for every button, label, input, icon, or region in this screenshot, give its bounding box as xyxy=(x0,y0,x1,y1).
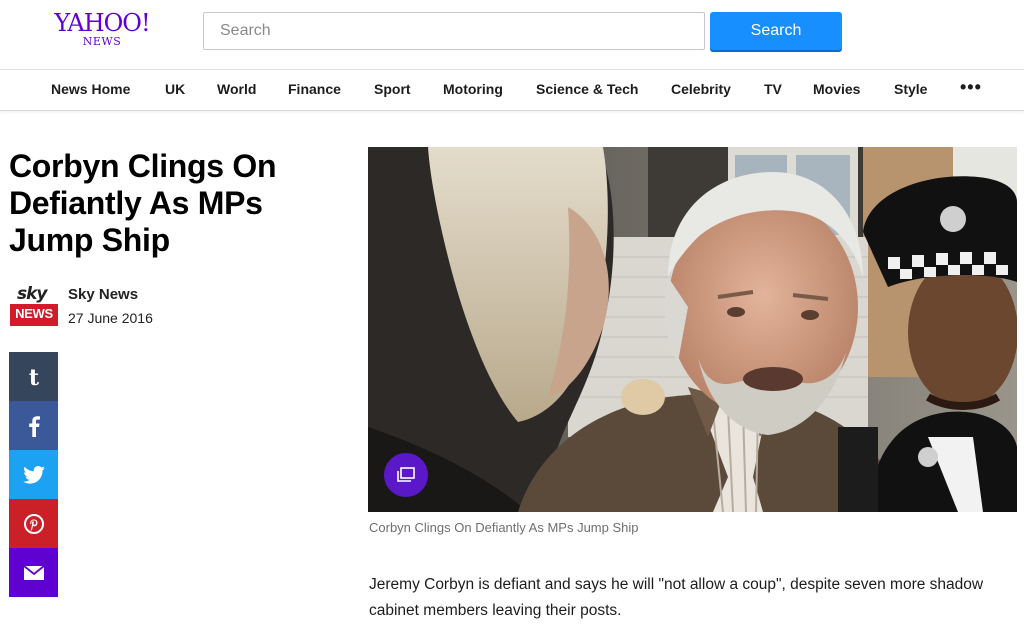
share-facebook-button[interactable] xyxy=(9,401,58,450)
share-bar: t xyxy=(9,352,58,597)
facebook-icon xyxy=(28,415,40,437)
search-button[interactable]: Search xyxy=(710,12,842,50)
source-name[interactable]: Sky News xyxy=(68,286,138,303)
nav-item-science-tech[interactable]: Science & Tech xyxy=(536,81,638,97)
logo-news-text: NEWS xyxy=(10,304,58,326)
mail-icon xyxy=(22,564,45,580)
logo-sub: NEWS xyxy=(82,35,122,48)
article-hero-image[interactable] xyxy=(368,147,1017,512)
nav-item-motoring[interactable]: Motoring xyxy=(443,81,503,97)
search-input[interactable] xyxy=(203,12,705,50)
yahoo-news-logo[interactable]: YAHOO! NEWS xyxy=(50,10,154,50)
pinterest-icon xyxy=(23,513,44,534)
share-pinterest-button[interactable] xyxy=(9,499,58,548)
share-tumblr-button[interactable]: t xyxy=(9,352,58,401)
gallery-icon xyxy=(397,467,415,482)
hero-photo xyxy=(368,147,1017,512)
tumblr-icon: t xyxy=(28,366,39,388)
main-nav: News Home UK World Finance Sport Motorin… xyxy=(0,70,1024,111)
nav-item-movies[interactable]: Movies xyxy=(813,81,860,97)
nav-item-celebrity[interactable]: Celebrity xyxy=(671,81,731,97)
site-header: YAHOO! NEWS Search xyxy=(0,0,1024,70)
nav-item-tv[interactable]: TV xyxy=(764,81,782,97)
nav-item-sport[interactable]: Sport xyxy=(374,81,411,97)
nav-item-news-home[interactable]: News Home xyxy=(51,81,130,97)
gallery-button[interactable] xyxy=(384,453,428,497)
share-twitter-button[interactable] xyxy=(9,450,58,499)
nav-item-uk[interactable]: UK xyxy=(165,81,185,97)
twitter-icon xyxy=(22,465,45,484)
share-mail-button[interactable] xyxy=(9,548,58,597)
nav-item-finance[interactable]: Finance xyxy=(288,81,341,97)
publish-date: 27 June 2016 xyxy=(68,310,153,326)
article-headline: Corbyn Clings On Defiantly As MPs Jump S… xyxy=(9,148,277,258)
image-caption: Corbyn Clings On Defiantly As MPs Jump S… xyxy=(369,520,639,535)
article-body-paragraph: Jeremy Corbyn is defiant and says he wil… xyxy=(369,576,984,619)
logo-sky-text: sky xyxy=(17,284,48,304)
nav-item-world[interactable]: World xyxy=(217,81,256,97)
nav-item-style[interactable]: Style xyxy=(894,81,927,97)
sky-news-logo[interactable]: sky NEWS xyxy=(10,284,58,330)
logo-brand: YAHOO! xyxy=(54,9,150,37)
nav-more-button[interactable]: ••• xyxy=(960,77,982,98)
svg-text:t: t xyxy=(28,366,39,388)
